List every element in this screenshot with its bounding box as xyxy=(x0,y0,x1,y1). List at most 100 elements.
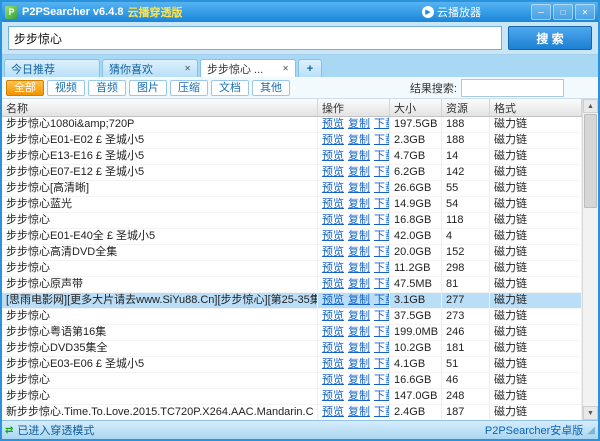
preview-link[interactable]: 预览 xyxy=(322,246,344,258)
copy-link[interactable]: 复制 xyxy=(348,358,370,370)
filter-button-4[interactable]: 压缩 xyxy=(170,80,208,96)
download-link[interactable]: 下载 xyxy=(374,358,390,370)
tab-1[interactable]: 猜你喜欢✕ xyxy=(102,59,198,77)
preview-link[interactable]: 预览 xyxy=(322,406,344,418)
minimize-button[interactable]: ─ xyxy=(531,4,551,20)
preview-link[interactable]: 预览 xyxy=(322,342,344,354)
tab-0[interactable]: 今日推荐 xyxy=(4,59,100,77)
download-link[interactable]: 下载 xyxy=(374,326,390,338)
scroll-track[interactable] xyxy=(583,113,598,406)
preview-link[interactable]: 预览 xyxy=(322,262,344,274)
copy-link[interactable]: 复制 xyxy=(348,278,370,290)
preview-link[interactable]: 预览 xyxy=(322,134,344,146)
close-button[interactable]: ✕ xyxy=(575,4,595,20)
table-row[interactable]: 步步惊心E07-E12 £ 圣城小5预览复制下载6.2GB142磁力链 xyxy=(2,165,582,181)
tab-new[interactable]: + xyxy=(298,59,322,77)
download-link[interactable]: 下载 xyxy=(374,342,390,354)
android-version-link[interactable]: P2PSearcher安卓版 xyxy=(485,422,583,438)
table-row[interactable]: 步步惊心DVD35集全预览复制下载10.2GB181磁力链 xyxy=(2,341,582,357)
column-header-resources[interactable]: 资源 xyxy=(442,99,490,116)
maximize-button[interactable]: □ xyxy=(553,4,573,20)
column-header-name[interactable]: 名称 xyxy=(2,99,318,116)
table-row[interactable]: 步步惊心E01-E02 £ 圣城小5预览复制下载2.3GB188磁力链 xyxy=(2,133,582,149)
download-link[interactable]: 下载 xyxy=(374,198,390,210)
table-row[interactable]: 新步步惊心.Time.To.Love.2015.TC720P.X264.AAC.… xyxy=(2,405,582,420)
preview-link[interactable]: 预览 xyxy=(322,310,344,322)
preview-link[interactable]: 预览 xyxy=(322,358,344,370)
copy-link[interactable]: 复制 xyxy=(348,374,370,386)
copy-link[interactable]: 复制 xyxy=(348,134,370,146)
download-link[interactable]: 下载 xyxy=(374,246,390,258)
column-header-size[interactable]: 大小 xyxy=(390,99,442,116)
download-link[interactable]: 下载 xyxy=(374,214,390,226)
table-row[interactable]: 步步惊心预览复制下载37.5GB273磁力链 xyxy=(2,309,582,325)
tab-2[interactable]: 步步惊心 ...✕ xyxy=(200,59,296,77)
preview-link[interactable]: 预览 xyxy=(322,198,344,210)
download-link[interactable]: 下载 xyxy=(374,374,390,386)
copy-link[interactable]: 复制 xyxy=(348,390,370,402)
filter-button-3[interactable]: 图片 xyxy=(129,80,167,96)
copy-link[interactable]: 复制 xyxy=(348,198,370,210)
preview-link[interactable]: 预览 xyxy=(322,278,344,290)
preview-link[interactable]: 预览 xyxy=(322,166,344,178)
copy-link[interactable]: 复制 xyxy=(348,342,370,354)
copy-link[interactable]: 复制 xyxy=(348,230,370,242)
copy-link[interactable]: 复制 xyxy=(348,294,370,306)
download-link[interactable]: 下载 xyxy=(374,390,390,402)
copy-link[interactable]: 复制 xyxy=(348,262,370,274)
preview-link[interactable]: 预览 xyxy=(322,294,344,306)
preview-link[interactable]: 预览 xyxy=(322,118,344,130)
download-link[interactable]: 下载 xyxy=(374,310,390,322)
preview-link[interactable]: 预览 xyxy=(322,150,344,162)
cloud-player-button[interactable]: ▶ 云播放器 xyxy=(422,4,481,20)
search-input[interactable] xyxy=(8,26,502,50)
preview-link[interactable]: 预览 xyxy=(322,230,344,242)
preview-link[interactable]: 预览 xyxy=(322,214,344,226)
scroll-up-icon[interactable]: ▲ xyxy=(583,99,598,113)
copy-link[interactable]: 复制 xyxy=(348,406,370,418)
download-link[interactable]: 下载 xyxy=(374,182,390,194)
download-link[interactable]: 下载 xyxy=(374,150,390,162)
table-row[interactable]: 步步惊心原声带预览复制下载47.5MB81磁力链 xyxy=(2,277,582,293)
column-header-format[interactable]: 格式 xyxy=(490,99,582,116)
copy-link[interactable]: 复制 xyxy=(348,150,370,162)
result-search-input[interactable] xyxy=(461,79,564,97)
table-row[interactable]: 步步惊心E01-E40全 £ 圣城小5预览复制下载42.0GB4磁力链 xyxy=(2,229,582,245)
download-link[interactable]: 下载 xyxy=(374,134,390,146)
download-link[interactable]: 下载 xyxy=(374,262,390,274)
scroll-thumb[interactable] xyxy=(584,114,597,208)
download-link[interactable]: 下载 xyxy=(374,166,390,178)
preview-link[interactable]: 预览 xyxy=(322,182,344,194)
table-row[interactable]: 步步惊心预览复制下载16.6GB46磁力链 xyxy=(2,373,582,389)
table-row[interactable]: 步步惊心预览复制下载147.0GB248磁力链 xyxy=(2,389,582,405)
vertical-scrollbar[interactable]: ▲ ▼ xyxy=(582,99,598,420)
table-row[interactable]: 步步惊心[高清晰]预览复制下载26.6GB55磁力链 xyxy=(2,181,582,197)
copy-link[interactable]: 复制 xyxy=(348,246,370,258)
table-row[interactable]: 步步惊心E03-E06 £ 圣城小5预览复制下载4.1GB51磁力链 xyxy=(2,357,582,373)
copy-link[interactable]: 复制 xyxy=(348,118,370,130)
download-link[interactable]: 下载 xyxy=(374,406,390,418)
table-row[interactable]: 步步惊心高清DVD全集预览复制下载20.0GB152磁力链 xyxy=(2,245,582,261)
download-link[interactable]: 下载 xyxy=(374,118,390,130)
table-row[interactable]: 步步惊心蓝光预览复制下载14.9GB54磁力链 xyxy=(2,197,582,213)
preview-link[interactable]: 预览 xyxy=(322,326,344,338)
filter-button-2[interactable]: 音频 xyxy=(88,80,126,96)
filter-button-5[interactable]: 文档 xyxy=(211,80,249,96)
resize-grip[interactable]: ◢ xyxy=(587,425,595,436)
download-link[interactable]: 下载 xyxy=(374,230,390,242)
tab-close-icon[interactable]: ✕ xyxy=(282,64,289,73)
column-header-actions[interactable]: 操作 xyxy=(318,99,390,116)
scroll-down-icon[interactable]: ▼ xyxy=(583,406,598,420)
copy-link[interactable]: 复制 xyxy=(348,166,370,178)
preview-link[interactable]: 预览 xyxy=(322,390,344,402)
table-row[interactable]: 步步惊心1080i&amp;720P预览复制下载197.5GB188磁力链 xyxy=(2,117,582,133)
table-row[interactable]: 步步惊心粤语第16集预览复制下载199.0MB246磁力链 xyxy=(2,325,582,341)
filter-button-6[interactable]: 其他 xyxy=(252,80,290,96)
table-row[interactable]: [思雨电影网][更多大片请去www.SiYu88.Cn][步步惊心][第25-3… xyxy=(2,293,582,309)
copy-link[interactable]: 复制 xyxy=(348,182,370,194)
download-link[interactable]: 下载 xyxy=(374,294,390,306)
tab-close-icon[interactable]: ✕ xyxy=(184,64,191,73)
table-row[interactable]: 步步惊心E13-E16 £ 圣城小5预览复制下载4.7GB14磁力链 xyxy=(2,149,582,165)
filter-button-0[interactable]: 全部 xyxy=(6,80,44,96)
search-button[interactable]: 搜 索 xyxy=(508,26,592,50)
